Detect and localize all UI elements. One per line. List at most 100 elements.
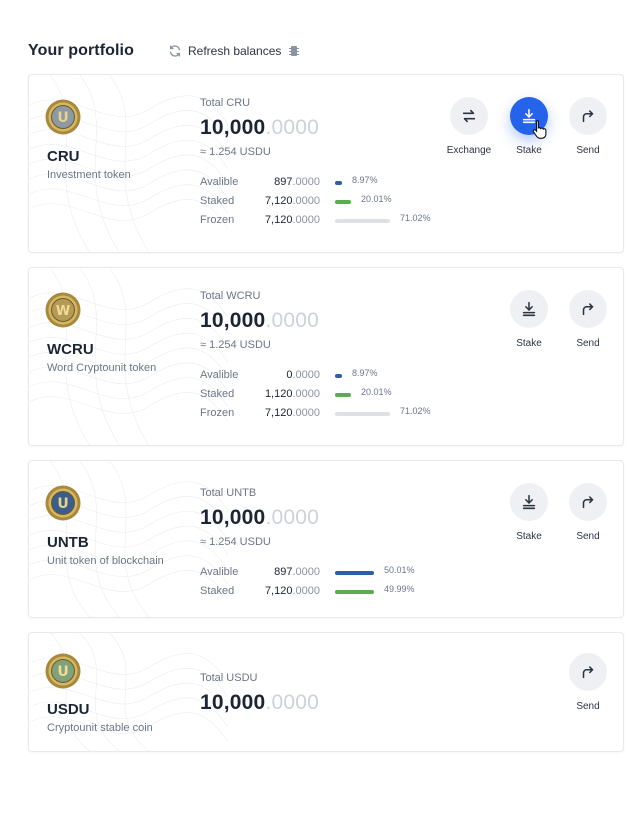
svg-text:U: U	[57, 110, 68, 126]
token-symbol: UNTB	[47, 534, 89, 551]
portfolio-header: Your portfolio Refresh balances	[28, 40, 300, 62]
svg-text:U: U	[57, 496, 68, 512]
send-action[interactable]: Send	[568, 483, 608, 542]
balance-row-available: Avalible 897.0000 8.97%	[200, 174, 460, 190]
balance-value: 7,120.0000	[265, 407, 320, 419]
balance-label: Staked	[200, 388, 235, 400]
refresh-balances-button[interactable]: Refresh balances	[168, 44, 300, 58]
balance-value: 1,120.0000	[265, 388, 320, 400]
total-label: Total CRU	[200, 97, 251, 109]
stake-action[interactable]: Stake	[509, 483, 549, 542]
balance-percent: 8.97%	[352, 368, 378, 378]
balance-percent: 20.01%	[361, 194, 392, 204]
total-value-decimals: .0000	[265, 506, 319, 529]
token-symbol: CRU	[47, 148, 80, 165]
balance-decimals: .0000	[292, 195, 320, 207]
balance-label: Frozen	[200, 214, 235, 226]
wcru-coin-icon: W	[45, 292, 81, 328]
total-value-decimals: .0000	[265, 691, 319, 714]
exchange-icon	[462, 109, 476, 123]
total-value-decimals: .0000	[265, 116, 319, 139]
send-icon	[582, 303, 594, 316]
balance-bar	[335, 200, 351, 204]
balance-bar	[335, 219, 390, 223]
stake-button[interactable]	[510, 290, 548, 328]
balance-decimals: .0000	[292, 407, 320, 419]
balance-bar	[335, 374, 342, 378]
total-value: 10,000.0000	[200, 506, 319, 530]
balance-decimals: .0000	[292, 388, 320, 400]
send-action[interactable]: Send	[568, 97, 608, 156]
total-value-int: 10,000	[200, 309, 266, 332]
stake-icon	[522, 494, 536, 510]
send-icon	[582, 110, 594, 123]
svg-text:U: U	[57, 664, 68, 680]
balance-value: 0.0000	[286, 369, 320, 381]
balance-int: 897	[274, 176, 293, 188]
token-description: Unit token of blockchain	[47, 555, 164, 567]
send-label: Send	[576, 338, 600, 349]
balance-value: 897.0000	[274, 566, 320, 578]
page-title: Your portfolio	[28, 42, 134, 59]
balance-value: 7,120.0000	[265, 214, 320, 226]
balance-int: 7,120	[264, 214, 293, 226]
balance-bar	[335, 181, 342, 185]
svg-text:W: W	[56, 304, 70, 319]
balance-percent: 71.02%	[400, 406, 431, 416]
total-value-int: 10,000	[200, 691, 266, 714]
total-value: 10,000.0000	[200, 691, 319, 715]
total-value: 10,000.0000	[200, 309, 319, 333]
balance-decimals: .0000	[292, 176, 320, 188]
stake-button[interactable]	[510, 483, 548, 521]
balance-bar	[335, 571, 374, 575]
balance-row-staked: Staked 7,120.0000 49.99%	[200, 583, 460, 599]
balance-int: 897	[274, 566, 293, 578]
balance-percent: 71.02%	[400, 213, 431, 223]
balance-percent: 8.97%	[352, 175, 378, 185]
balance-row-staked: Staked 7,120.0000 20.01%	[200, 193, 460, 209]
exchange-action[interactable]: Exchange	[447, 97, 491, 156]
balance-bar	[335, 412, 390, 416]
stake-action[interactable]: Stake	[509, 290, 549, 349]
send-button[interactable]	[569, 483, 607, 521]
send-label: Send	[576, 701, 600, 712]
balance-decimals: .0000	[292, 369, 320, 381]
token-symbol: WCRU	[47, 341, 94, 358]
send-label: Send	[576, 531, 600, 542]
token-card-wcru: W WCRU Word Cryptounit token Total WCRU …	[28, 267, 624, 446]
balance-decimals: .0000	[292, 566, 320, 578]
total-value-decimals: .0000	[265, 309, 319, 332]
total-label: Total USDU	[200, 672, 258, 684]
balance-label: Staked	[200, 585, 235, 597]
balance-int: 7,120	[264, 407, 293, 419]
total-label: Total WCRU	[200, 290, 261, 302]
usdu-equivalent: ≈ 1.254 USDU	[200, 339, 271, 351]
balance-label: Avalible	[200, 369, 239, 381]
balance-label: Frozen	[200, 407, 235, 419]
token-card-cru: U CRU Investment token Total CRU 10,000.…	[28, 74, 624, 253]
balance-bar	[335, 393, 351, 397]
balance-label: Staked	[200, 195, 235, 207]
usdu-equivalent: ≈ 1.254 USDU	[200, 536, 271, 548]
untb-coin-icon: U	[45, 485, 81, 521]
balance-int: 7,120	[264, 195, 293, 207]
send-button[interactable]	[569, 97, 607, 135]
send-action[interactable]: Send	[568, 653, 608, 712]
exchange-button[interactable]	[450, 97, 488, 135]
balance-percent: 49.99%	[384, 584, 415, 594]
send-button[interactable]	[569, 653, 607, 691]
balance-value: 7,120.0000	[265, 195, 320, 207]
send-button[interactable]	[569, 290, 607, 328]
chip-icon	[289, 46, 300, 56]
cru-coin-icon: U	[45, 99, 81, 135]
balance-percent: 20.01%	[361, 387, 392, 397]
refresh-balances-label: Refresh balances	[187, 44, 282, 58]
total-value-int: 10,000	[200, 506, 266, 529]
send-action[interactable]: Send	[568, 290, 608, 349]
token-description: Investment token	[47, 169, 131, 181]
token-card-untb: U UNTB Unit token of blockchain Total UN…	[28, 460, 624, 618]
send-label: Send	[576, 145, 600, 156]
total-label: Total UNTB	[200, 487, 257, 499]
balance-percent: 50.01%	[384, 565, 415, 575]
token-description: Word Cryptounit token	[47, 362, 157, 374]
